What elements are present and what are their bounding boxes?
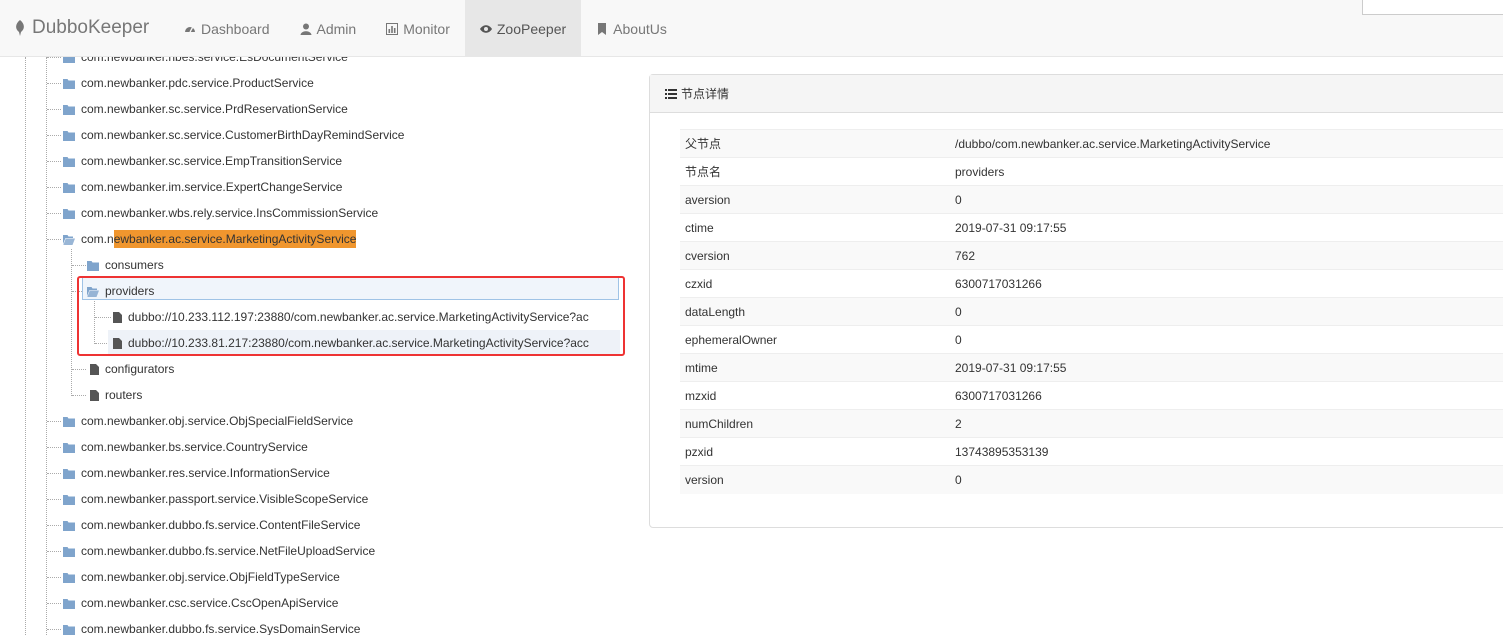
folder-icon — [63, 130, 75, 141]
tree-node-routers[interactable]: routers — [90, 384, 142, 406]
brand[interactable]: DubboKeeper — [14, 17, 149, 39]
folder-icon — [63, 442, 75, 453]
node-detail-panel: 节点详情 父节点/dubbo/com.newbanker.ac.service.… — [649, 74, 1503, 528]
table-row: cversion 762 — [680, 241, 1503, 270]
file-icon — [90, 363, 99, 375]
tree-node[interactable]: com.newbanker.wbs.rely.service.InsCommis… — [63, 202, 378, 224]
table-row: numChildren 2 — [680, 409, 1503, 438]
folder-icon — [63, 57, 75, 63]
list-icon — [665, 88, 677, 99]
table-row: 节点名 providers — [680, 157, 1503, 186]
tree-node[interactable]: com.newbanker.nbes.service.EsDocumentSer… — [63, 57, 348, 68]
tree-node-open[interactable]: com.n ewbanker.ac.service.MarketingActivi… — [63, 228, 357, 250]
user-icon — [300, 23, 311, 35]
tree-node[interactable]: com.newbanker.sc.service.PrdReservationS… — [63, 98, 348, 120]
folder-icon — [63, 494, 75, 505]
table-row: czxid 6300717031266 — [680, 269, 1503, 298]
tree-node[interactable]: com.newbanker.obj.service.ObjSpecialFiel… — [63, 410, 353, 432]
panel-title: 节点详情 — [681, 87, 730, 101]
folder-icon — [63, 598, 75, 609]
zookeeper-tree: com.newbanker.nbes.service.EsDocumentSer… — [0, 57, 640, 635]
file-icon — [90, 389, 99, 401]
nav-admin-label: Admin — [316, 20, 357, 37]
table-row: 父节点/dubbo/com.newbanker.ac.service.Marke… — [680, 129, 1503, 158]
table-row: version 0 — [680, 465, 1503, 494]
nav-dashboard-label: Dashboard — [201, 20, 270, 37]
detail-table: 父节点/dubbo/com.newbanker.ac.service.Marke… — [680, 129, 1503, 494]
table-row: mzxid 6300717031266 — [680, 381, 1503, 410]
nav-dashboard[interactable]: Dashboard — [169, 0, 285, 57]
tree-node[interactable]: com.newbanker.bs.service.CountryService — [63, 436, 308, 458]
tree-node[interactable]: com.newbanker.csc.service.CscOpenApiServ… — [63, 592, 338, 614]
folder-icon — [63, 546, 75, 557]
top-navbar: DubboKeeper Dashboard Admin Monitor ZooP… — [0, 0, 1503, 57]
table-row: dataLength 0 — [680, 297, 1503, 326]
folder-icon — [63, 156, 75, 167]
folder-icon — [63, 468, 75, 479]
bar-chart-icon — [386, 22, 399, 35]
table-row: aversion 0 — [680, 185, 1503, 214]
tree-node[interactable]: com.newbanker.dubbo.fs.service.SysDomain… — [63, 618, 360, 635]
tree-node[interactable]: com.newbanker.dubbo.fs.service.ContentFi… — [63, 514, 360, 536]
tree-node[interactable]: com.newbanker.sc.service.EmpTransitionSe… — [63, 150, 342, 172]
tree-node[interactable]: com.newbanker.im.service.ExpertChangeSer… — [63, 176, 342, 198]
nav-monitor[interactable]: Monitor — [371, 0, 465, 57]
tree-node-configurators[interactable]: configurators — [90, 358, 174, 380]
folder-icon — [63, 104, 75, 115]
tree-node[interactable]: com.newbanker.dubbo.fs.service.NetFileUp… — [63, 540, 375, 562]
tree-node-consumers[interactable]: consumers — [87, 254, 164, 276]
nav-zoopeeper-label: ZooPeeper — [496, 20, 567, 37]
table-row: ephemeralOwner 0 — [680, 325, 1503, 354]
search-highlight: ewbanker.ac.service.MarketingActivitySer… — [113, 230, 357, 248]
nav-aboutus-label: AboutUs — [613, 20, 667, 37]
folder-icon — [63, 182, 75, 193]
tree-node[interactable]: com.newbanker.passport.service.VisibleSc… — [63, 488, 368, 510]
tree-node[interactable]: com.newbanker.res.service.InformationSer… — [63, 462, 330, 484]
nav-zoopeeper[interactable]: ZooPeeper — [464, 0, 582, 57]
folder-icon — [63, 78, 75, 89]
folder-open-icon — [63, 234, 75, 245]
nav-admin[interactable]: Admin — [285, 0, 372, 57]
bookmark-icon — [598, 22, 607, 35]
folder-icon — [63, 572, 75, 583]
dashboard-icon — [185, 26, 195, 32]
annotation-red-box — [77, 276, 625, 356]
table-row: mtime 2019-07-31 09:17:55 — [680, 353, 1503, 382]
brand-name: DubboKeeper — [32, 17, 150, 38]
folder-icon — [87, 260, 99, 271]
leaf-icon — [16, 20, 24, 36]
folder-icon — [63, 208, 75, 219]
main-nav: Dashboard Admin Monitor ZooPeeper AboutU… — [169, 0, 682, 57]
tree-node[interactable]: com.newbanker.obj.service.ObjFieldTypeSe… — [63, 566, 340, 588]
folder-icon — [63, 416, 75, 427]
eye-icon — [479, 24, 492, 33]
folder-icon — [63, 624, 75, 635]
tree-node[interactable]: com.newbanker.pdc.service.ProductService — [63, 72, 314, 94]
nav-monitor-label: Monitor — [403, 20, 450, 37]
tree-node[interactable]: com.newbanker.sc.service.CustomerBirthDa… — [63, 124, 404, 146]
open-node-prefix: com.n — [81, 232, 114, 246]
table-row: pzxid 13743895353139 — [680, 437, 1503, 466]
table-row: ctime 2019-07-31 09:17:55 — [680, 213, 1503, 242]
top-right-box — [1362, 0, 1503, 15]
panel-header: 节点详情 — [650, 75, 1503, 113]
folder-icon — [63, 520, 75, 531]
nav-aboutus[interactable]: AboutUs — [581, 0, 682, 57]
